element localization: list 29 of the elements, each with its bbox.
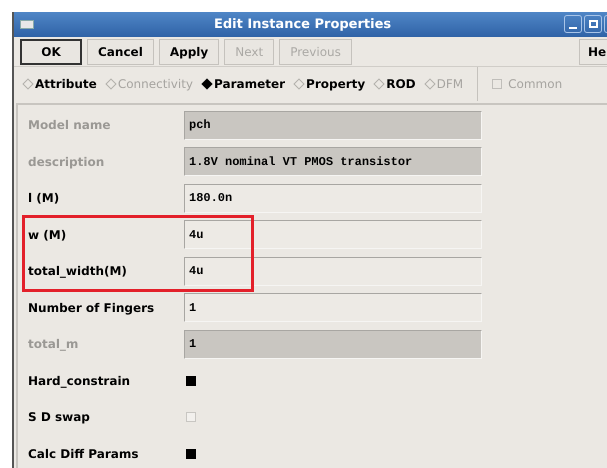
field-label: description [28,154,106,171]
radio-tab[interactable]: ROD [375,74,416,92]
window-title: Edit Instance Properties [214,16,392,34]
field-label: total_m [28,336,80,354]
checkbox[interactable] [186,412,196,422]
text-field[interactable]: 4u [184,220,482,250]
text-field[interactable]: 180.0n [184,184,482,213]
radio-tab[interactable]: Parameter [203,74,286,92]
dialog-button[interactable]: OK [20,38,82,64]
field-label: Number of Fingers [28,300,156,317]
checkbox[interactable] [186,448,196,459]
dialog-button[interactable]: Apply [158,38,220,64]
common-label: Common [508,76,562,92]
radio-tab[interactable]: Property [295,74,366,92]
field-label: w (M) [28,226,68,244]
field-label: Calc Diff Params [28,446,140,463]
field-label: S D swap [28,409,91,426]
checkbox[interactable] [186,376,196,386]
field-label: Hard_constrain [28,372,132,390]
radio-tab[interactable]: Attribute [24,74,97,92]
field-label: l (M) [28,190,60,208]
field-label: total_width(M) [28,263,128,280]
text-field[interactable]: 4u [184,256,482,286]
text-field[interactable]: 1 [184,293,482,322]
help-button[interactable]: Hel [579,38,607,64]
dialog-button[interactable]: Cancel [87,38,154,64]
field-label: Model name [28,117,112,134]
minimize-button[interactable] [564,15,582,33]
maximize-button[interactable] [584,15,602,33]
